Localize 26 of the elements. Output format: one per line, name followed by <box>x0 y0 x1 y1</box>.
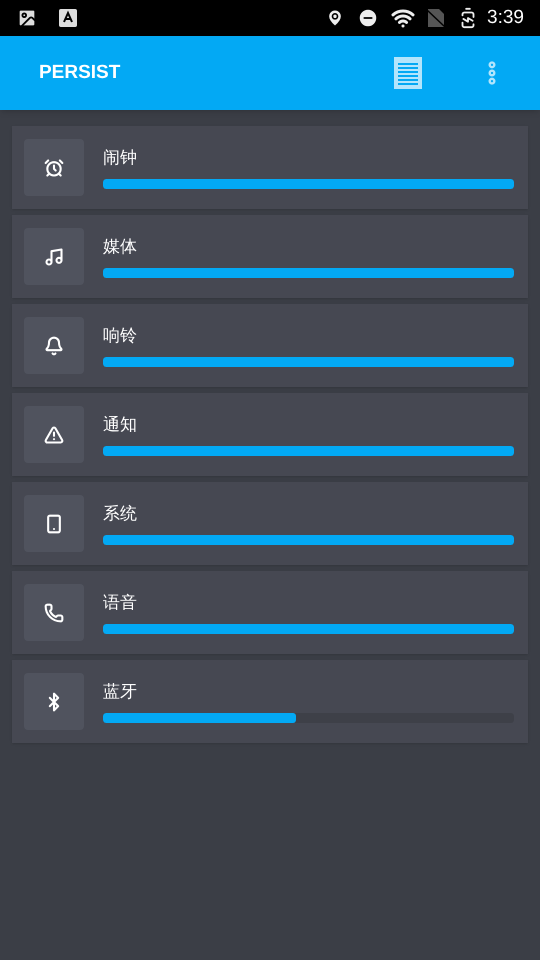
icon-tile[interactable] <box>24 673 84 730</box>
alarm-clock-icon <box>44 158 64 178</box>
app-title: PERSIST <box>39 60 120 85</box>
channel-name: 闹钟 <box>103 146 137 168</box>
warning-icon <box>44 424 64 444</box>
icon-tile[interactable] <box>24 139 84 196</box>
icon-tile[interactable] <box>24 228 84 285</box>
phone-device-icon <box>44 514 64 534</box>
text-icon <box>58 8 78 28</box>
music-note-icon <box>44 246 64 266</box>
icon-tile[interactable] <box>24 584 84 641</box>
channel-name: 通知 <box>103 414 137 436</box>
status-time: 3:39 <box>487 6 524 30</box>
icon-tile[interactable] <box>24 495 84 552</box>
phone-handset-icon <box>44 602 64 622</box>
bell-icon <box>44 336 64 356</box>
channel-name: 响铃 <box>103 324 137 346</box>
icon-tile[interactable] <box>24 406 84 463</box>
do-not-disturb-icon <box>357 7 380 29</box>
no-sim-icon <box>427 8 446 28</box>
volume-track[interactable] <box>103 712 514 722</box>
channel-name: 语音 <box>103 592 137 614</box>
icon-tile[interactable] <box>24 317 84 374</box>
channel-name: 系统 <box>103 502 137 524</box>
channel-name: 蓝牙 <box>103 680 137 702</box>
channel-name: 媒体 <box>103 236 137 258</box>
